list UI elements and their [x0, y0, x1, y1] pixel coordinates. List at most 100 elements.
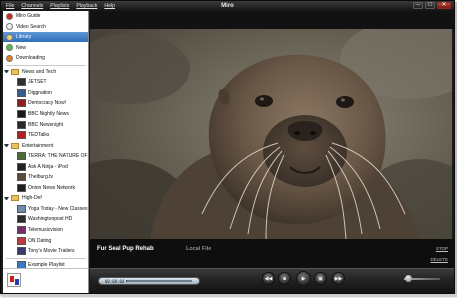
- stop-link[interactable]: STOP: [436, 246, 448, 251]
- channel-thumbnail-icon: [17, 162, 26, 171]
- fullscreen-icon: ▣: [318, 275, 323, 282]
- sidebar-item[interactable]: TERRA: THE NATURE OF OU: [3, 151, 88, 161]
- expand-arrow-icon[interactable]: [4, 70, 9, 74]
- miro-logo-icon: [7, 273, 21, 287]
- menu-playlists[interactable]: Playlists: [50, 1, 69, 11]
- menu-bar: File Channels Playlists Playback Help: [6, 1, 115, 11]
- sidebar-item[interactable]: Video Search: [3, 22, 88, 32]
- tab-icon: [6, 12, 13, 20]
- sidebar-item[interactable]: Downloading: [3, 53, 88, 63]
- expand-arrow-icon[interactable]: [4, 196, 9, 200]
- play-icon: ▶: [301, 275, 306, 282]
- playback-controls: 00:00:04 ◀◀ ■ ▶ ▣ ▶▶: [90, 268, 454, 293]
- channel-thumbnail-icon: [17, 204, 26, 213]
- sidebar-separator: [6, 257, 86, 259]
- sidebar-item-label: Washingtonpost HD: [28, 216, 73, 223]
- sidebar-item-label: Onion News Network: [28, 184, 75, 191]
- channel-thumbnail-icon: [17, 78, 26, 87]
- video-info-bar: Fur Seal Pup Rehab Local File STOP DELET…: [90, 239, 454, 268]
- sidebar-item[interactable]: TEDTalks: [3, 130, 88, 140]
- sidebar-item-label: News and Tech: [22, 68, 57, 75]
- volume-knob[interactable]: [404, 275, 412, 282]
- sidebar-item[interactable]: Washingtonpost HD: [3, 214, 88, 224]
- sidebar-item-label: Entertainment: [22, 142, 54, 149]
- sidebar-item-label: Example Playlist: [28, 261, 65, 268]
- sidebar-item[interactable]: Library: [3, 32, 88, 43]
- sidebar-item[interactable]: High-Def: [3, 193, 88, 203]
- progress-bar[interactable]: [126, 280, 192, 282]
- sidebar-item[interactable]: BBC Newsnight: [3, 120, 88, 130]
- menu-channels[interactable]: Channels: [21, 1, 43, 11]
- play-button[interactable]: ▶: [296, 271, 311, 286]
- window-controls: – □ ✕: [413, 2, 451, 9]
- maximize-icon[interactable]: □: [425, 2, 435, 9]
- seal-video-image: [90, 29, 452, 239]
- sidebar-item-label: New: [16, 44, 27, 51]
- video-source: Local File: [186, 246, 212, 252]
- channel-thumbnail-icon: [17, 183, 26, 192]
- sidebar-item-label: Downloading: [16, 55, 45, 62]
- sidebar-item-label: Tony's Movie Trailers: [28, 248, 75, 255]
- sidebar-item-label: Miro Guide: [16, 13, 41, 19]
- sidebar-separator: [6, 64, 86, 66]
- channel-thumbnail-icon: [17, 88, 26, 97]
- time-display: 00:00:04: [105, 279, 125, 284]
- expand-arrow-icon[interactable]: [4, 144, 9, 148]
- tab-icon: [6, 54, 13, 62]
- sidebar-footer: [3, 268, 89, 293]
- sidebar-item[interactable]: New: [3, 43, 88, 53]
- next-button[interactable]: ▶▶: [332, 272, 345, 285]
- menu-help[interactable]: Help: [104, 1, 115, 11]
- sidebar-item[interactable]: News and Tech: [3, 67, 88, 77]
- sidebar-item[interactable]: Thelburg.tv: [3, 172, 88, 182]
- sidebar-item-label: BBC Nightly News: [28, 110, 69, 117]
- channel-thumbnail-icon: [17, 215, 26, 224]
- sidebar-item-label: ON Dating: [28, 237, 52, 244]
- sidebar-item[interactable]: Onion News Network: [3, 183, 88, 193]
- sidebar-item[interactable]: ON Dating: [3, 236, 88, 246]
- progress-fill: [126, 280, 128, 282]
- channel-thumbnail-icon: [17, 236, 26, 245]
- minimize-icon[interactable]: –: [413, 2, 423, 9]
- sidebar-item[interactable]: Miro Guide: [3, 11, 88, 21]
- progress-display[interactable]: 00:00:04: [98, 277, 200, 285]
- channel-thumbnail-icon: [17, 226, 26, 234]
- delete-link[interactable]: DELETE: [430, 257, 448, 262]
- video-frame[interactable]: [90, 29, 452, 239]
- channel-thumbnail-icon: [17, 99, 26, 108]
- sidebar-item[interactable]: BBC Nightly News: [3, 109, 88, 119]
- sidebar-item-label: BBC Newsnight: [28, 121, 64, 128]
- sidebar-item[interactable]: Diggnation: [3, 88, 88, 98]
- sidebar-item-label: Video Search: [16, 23, 46, 30]
- stop-icon: ■: [282, 275, 287, 282]
- sidebar-item-label: Diggnation: [28, 89, 52, 96]
- close-icon[interactable]: ✕: [437, 2, 451, 9]
- sidebar-item[interactable]: Telemusicvision: [3, 225, 88, 235]
- video-title: Fur Seal Pup Rehab: [97, 246, 154, 252]
- title-bar: File Channels Playlists Playback Help Mi…: [1, 1, 454, 11]
- channel-thumbnail-icon: [17, 131, 26, 140]
- sidebar-item-label: High-Def: [22, 195, 42, 202]
- folder-icon: [11, 142, 19, 149]
- sidebar-item-label: Democracy Now!: [28, 100, 67, 107]
- window-shadow-bottom: [2, 294, 457, 297]
- menu-playback[interactable]: Playback: [76, 1, 97, 11]
- fullscreen-button[interactable]: ▣: [314, 272, 327, 285]
- sidebar-item[interactable]: Entertainment: [3, 141, 88, 151]
- stop-button[interactable]: ■: [278, 272, 291, 285]
- sidebar: Miro Guide Video Search Library New Download…: [3, 11, 89, 268]
- previous-button[interactable]: ◀◀: [262, 272, 275, 285]
- tab-icon: [6, 33, 13, 41]
- sidebar-item[interactable]: Tony's Movie Trailers: [3, 246, 88, 256]
- sidebar-item-label: Telemusicvision: [28, 227, 64, 233]
- sidebar-item[interactable]: Democracy Now!: [3, 98, 88, 108]
- sidebar-item[interactable]: JETSET: [3, 77, 88, 87]
- menu-file[interactable]: File: [6, 1, 14, 11]
- folder-icon: [11, 195, 19, 202]
- sidebar-item[interactable]: Example Playlist: [3, 260, 88, 268]
- tab-icon: [6, 23, 13, 31]
- sidebar-item[interactable]: Yoga Today - New Classes E: [3, 204, 88, 214]
- channel-thumbnail-icon: [17, 173, 26, 182]
- tab-icon: [6, 44, 13, 52]
- sidebar-item[interactable]: Ask A Ninja - iPod: [3, 162, 88, 172]
